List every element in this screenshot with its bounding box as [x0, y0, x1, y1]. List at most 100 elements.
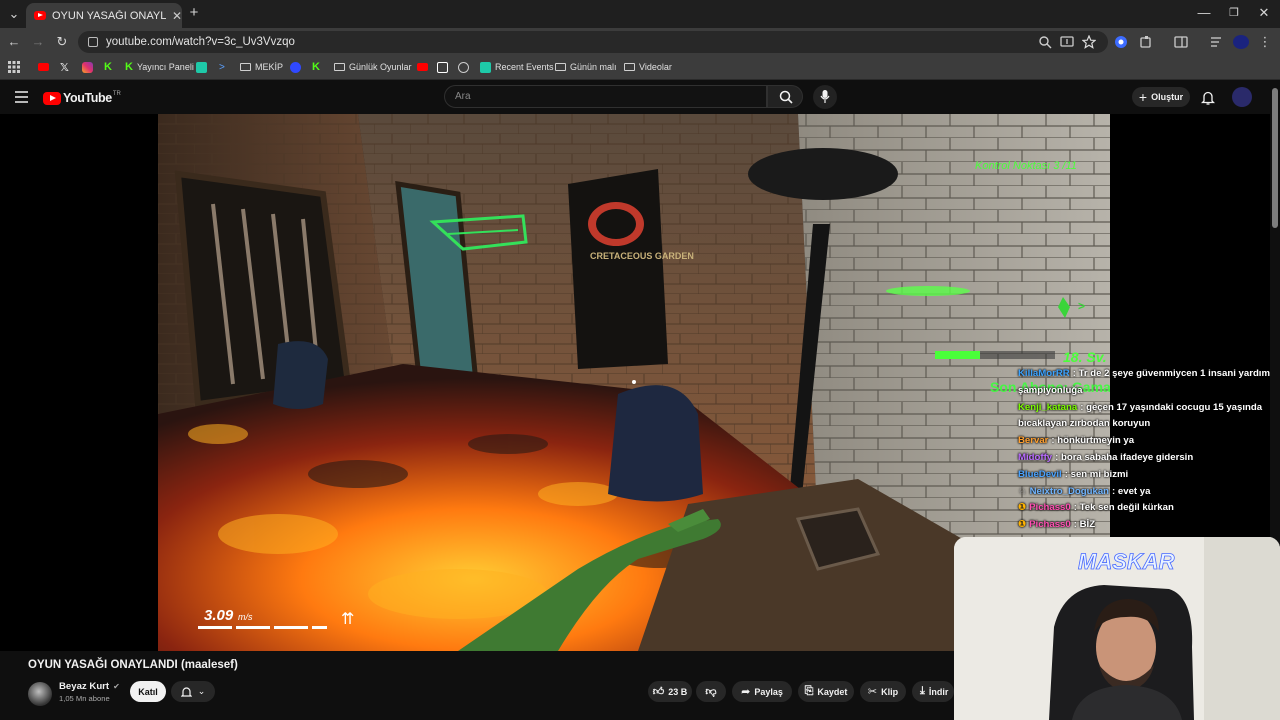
- browser-tab[interactable]: OYUN YASAĞI ONAYLANDI (maalesef) ✕: [26, 3, 182, 28]
- download-button[interactable]: ⤓ İndir: [912, 681, 954, 702]
- page-scrollbar-thumb[interactable]: [1272, 88, 1278, 228]
- notifications-bell-icon[interactable]: [1201, 90, 1215, 105]
- bookmark-label: Günün malı: [570, 62, 617, 72]
- chat-user: Pichass0: [1029, 519, 1071, 531]
- bookmark-recent-events[interactable]: Recent Events: [480, 60, 554, 74]
- side-panel-icon[interactable]: [1174, 35, 1188, 49]
- bookmark-folder-mekip[interactable]: MEKİP: [240, 60, 283, 74]
- chat-text: Tek sen değil kürkan: [1079, 502, 1174, 514]
- subscribe-bell-button[interactable]: ⌄: [171, 681, 215, 702]
- extension-blue-icon[interactable]: [1114, 35, 1128, 49]
- search-icon: [779, 90, 793, 104]
- search-placeholder: Ara: [455, 91, 471, 102]
- like-count: 23 B: [668, 686, 688, 697]
- profile-avatar-icon[interactable]: [1233, 35, 1249, 49]
- folder-icon: [624, 63, 635, 71]
- chat-user: Midoffy: [1018, 451, 1053, 463]
- site-info-icon[interactable]: [88, 37, 98, 47]
- folder-icon: [555, 63, 566, 71]
- minimize-button[interactable]: —: [1196, 5, 1212, 21]
- badge-icon: ❶: [1018, 519, 1027, 531]
- bookmark-instagram[interactable]: [82, 60, 97, 74]
- dislike-button[interactable]: 👎︎: [696, 681, 726, 702]
- tab-search-icon[interactable]: ⌄: [6, 6, 22, 22]
- progress-bar-fill: [935, 351, 980, 359]
- jump-arrows-icon: ⇈: [341, 611, 354, 628]
- level-text: 18. Sv.: [1063, 349, 1107, 365]
- chat-text: BİZ: [1079, 519, 1096, 531]
- kick-icon: K: [125, 61, 133, 73]
- bookmark-kick-2[interactable]: K: [312, 60, 320, 74]
- bookmark-folder-gunluk-oyunlar[interactable]: Günlük Oyunlar: [334, 60, 412, 74]
- clip-button[interactable]: ✂ Klip: [860, 681, 906, 702]
- scissors-icon: ✂: [867, 686, 878, 698]
- generic-app-icon: [196, 61, 207, 73]
- join-button[interactable]: Katıl: [130, 681, 166, 702]
- chat-message: KillaMorRR: Tr de 2 şeye güvenmiycen 1 i…: [1018, 368, 1279, 396]
- bookmark-star-icon[interactable]: [1082, 35, 1096, 49]
- instagram-icon: [82, 61, 93, 73]
- restore-button[interactable]: ❐: [1226, 5, 1242, 21]
- bookmark-label: Günlük Oyunlar: [349, 62, 412, 72]
- browser-menu-icon[interactable]: ⋮: [1258, 34, 1272, 50]
- youtube-logo-text: YouTube: [63, 91, 112, 105]
- bookmark-folder-videolar[interactable]: Videolar: [624, 60, 672, 74]
- verified-icon: ✔: [113, 682, 120, 691]
- account-avatar[interactable]: [1232, 87, 1252, 107]
- chat-message: ❶ Pichass0: BİZ: [1018, 519, 1096, 531]
- chat-message: Midoffy: bora sabaha ifadeye gidersin: [1018, 451, 1194, 463]
- globe-icon: [458, 61, 469, 73]
- zoom-icon[interactable]: [1038, 35, 1052, 49]
- webcam-label: MASKAR: [1078, 549, 1175, 574]
- bookmark-youtube[interactable]: [38, 60, 53, 74]
- voice-search-button[interactable]: [813, 85, 837, 109]
- bookmark-app[interactable]: [196, 60, 211, 74]
- youtube-play-icon: [43, 91, 61, 105]
- tab-close-icon[interactable]: ✕: [172, 9, 182, 23]
- chat-message: BlueDevil: sen mi bizmi: [1018, 468, 1129, 480]
- back-button[interactable]: ←: [6, 34, 22, 50]
- bookmark-blue[interactable]: [290, 60, 305, 74]
- bookmark-yayinci-paneli[interactable]: K Yayıncı Paneli: [125, 60, 194, 74]
- clip-label: Klip: [881, 686, 899, 697]
- chat-message: ♘ Neixtro_Dogukan: evet ya: [1018, 485, 1151, 497]
- plus-icon: +: [1138, 89, 1148, 105]
- bookmark-x[interactable]: 𝕏: [60, 60, 69, 74]
- install-icon[interactable]: [1060, 35, 1074, 49]
- bookmark-label: MEKİP: [255, 62, 284, 72]
- media-control-icon[interactable]: [1210, 35, 1224, 49]
- forward-button[interactable]: →: [30, 34, 46, 50]
- apps-grid-icon[interactable]: [8, 61, 20, 73]
- share-button[interactable]: ➦ Paylaş: [732, 681, 792, 702]
- hamburger-menu-icon[interactable]: [15, 91, 29, 103]
- search-input[interactable]: Ara: [444, 85, 767, 108]
- video-title: OYUN YASAĞI ONAYLANDI (maalesef): [28, 659, 238, 671]
- bookmark-arrow[interactable]: >: [219, 60, 225, 74]
- channel-name[interactable]: Beyaz Kurt ✔: [59, 681, 120, 692]
- like-button[interactable]: 👍︎ 23 B: [648, 681, 692, 702]
- bell-icon: [180, 686, 192, 697]
- address-bar[interactable]: youtube.com/watch?v=3c_Uv3Vvzqo: [78, 31, 1108, 53]
- bookmark-kick[interactable]: K: [104, 60, 112, 74]
- channel-avatar[interactable]: [28, 682, 52, 706]
- bookmark-icon: ⎘: [804, 685, 814, 697]
- chat-user: BlueDevil: [1018, 468, 1062, 480]
- youtube-logo[interactable]: YouTube TR: [43, 91, 121, 105]
- image-icon: [437, 61, 448, 73]
- create-button[interactable]: + Oluştur: [1132, 87, 1190, 107]
- bookmark-folder-gunun-mali[interactable]: Günün malı: [555, 60, 617, 74]
- speed-bar: [198, 626, 327, 629]
- channel-name-text: Beyaz Kurt: [59, 681, 110, 692]
- chat-text: sen mi bizmi: [1070, 468, 1129, 480]
- reload-button[interactable]: ↻: [54, 34, 70, 50]
- search-button[interactable]: [767, 85, 803, 108]
- chat-text: bora sabaha ifadeye gidersin: [1060, 451, 1194, 463]
- new-tab-button[interactable]: +: [186, 5, 202, 21]
- download-icon: ⤓: [920, 685, 925, 697]
- extensions-icon[interactable]: [1139, 35, 1153, 49]
- save-button[interactable]: ⎘ Kaydet: [798, 681, 854, 702]
- bookmark-image[interactable]: [437, 60, 452, 74]
- bookmark-youtube-2[interactable]: [417, 60, 432, 74]
- close-window-button[interactable]: ✕: [1256, 5, 1272, 21]
- bookmark-globe[interactable]: [458, 60, 473, 74]
